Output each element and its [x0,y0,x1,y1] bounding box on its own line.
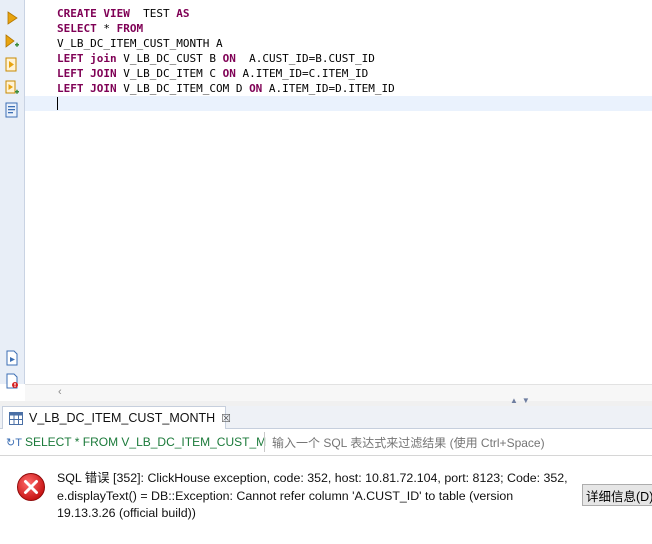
grid-icon [9,411,23,425]
sql-keyword: LEFT join [57,52,117,65]
sql-editor[interactable]: CREATE VIEW TEST AS SELECT * FROM V_LB_DC_… [25,0,652,384]
details-button[interactable]: 详细信息(D) [582,484,652,506]
filter-input[interactable] [270,433,649,453]
explain-plan-icon[interactable] [3,101,21,119]
code-line: LEFT JOIN V_LB_DC_ITEM C ON A.ITEM_ID=C.… [57,66,395,81]
sql-text: A.ITEM_ID=D.ITEM_ID [262,82,395,95]
sql-keyword: SELECT [57,22,97,35]
result-tab-bar: V_LB_DC_ITEM_CUST_MONTH ☒ [0,406,652,429]
filter-separator [264,432,265,452]
execute-script-new-tab-icon[interactable] [3,79,21,97]
sql-keyword: LEFT JOIN [57,67,117,80]
error-icon [16,472,46,507]
sql-keyword: CREATE VIEW [57,7,130,20]
filter-sql-text: SELECT * FROM V_LB_DC_ITEM_CUST_M [24,435,267,449]
sql-keyword: ON [222,67,236,80]
code-line: CREATE VIEW TEST AS [57,6,395,21]
save-script-icon[interactable] [3,372,21,390]
splitter-arrows-icon[interactable]: ▲▼ [510,396,534,405]
sql-text: A.CUST_ID=B.CUST_ID [235,52,375,65]
code-line: LEFT JOIN V_LB_DC_ITEM_COM D ON A.ITEM_I… [57,81,395,96]
load-script-icon[interactable] [3,349,21,367]
close-icon[interactable]: ☒ [221,412,231,425]
sql-text: A.ITEM_ID=C.ITEM_ID [235,67,369,80]
sql-text: TEST [129,7,177,20]
sql-text: V_LB_DC_ITEM_CUST_MONTH A [57,37,223,50]
sql-keyword: LEFT JOIN [57,82,117,95]
error-panel: SQL 错误 [352]: ClickHouse exception, code… [0,456,652,544]
execute-statement-icon[interactable] [3,9,21,27]
execute-script-icon[interactable] [3,56,21,74]
sql-text: * [96,22,117,35]
text-caret [57,97,58,110]
sql-keyword: AS [176,7,190,20]
code-line: V_LB_DC_ITEM_CUST_MONTH A [57,36,395,51]
code-line: SELECT * FROM [57,21,395,36]
editor-side-toolbar [0,0,25,389]
sql-keyword: FROM [116,22,144,35]
sql-keyword: ON [222,52,236,65]
sql-text: V_LB_DC_ITEM_COM D [116,82,250,95]
scroll-left-icon[interactable]: ‹ [58,386,62,398]
execute-new-tab-icon[interactable] [3,33,21,51]
sql-keyword: ON [249,82,263,95]
sql-code[interactable]: CREATE VIEW TEST AS SELECT * FROM V_LB_DC_… [57,6,395,96]
tab-result[interactable]: V_LB_DC_ITEM_CUST_MONTH ☒ [2,406,231,429]
current-line-highlight [25,96,652,111]
filter-sql-link[interactable]: ↻T SELECT * FROM V_LB_DC_ITEM_CUST_M [6,435,266,449]
error-message: SQL 错误 [352]: ClickHouse exception, code… [57,471,568,520]
sql-text: V_LB_DC_CUST B [116,52,223,65]
horizontal-scrollbar[interactable]: ‹ [25,384,652,402]
result-filter-bar: ↻T SELECT * FROM V_LB_DC_ITEM_CUST_M [0,429,652,456]
code-line: LEFT join V_LB_DC_CUST B ON A.CUST_ID=B.… [57,51,395,66]
sql-filter-icon: ↻T [6,436,22,449]
tab-result-label: V_LB_DC_ITEM_CUST_MONTH [29,411,216,425]
sql-text: V_LB_DC_ITEM C [116,67,223,80]
